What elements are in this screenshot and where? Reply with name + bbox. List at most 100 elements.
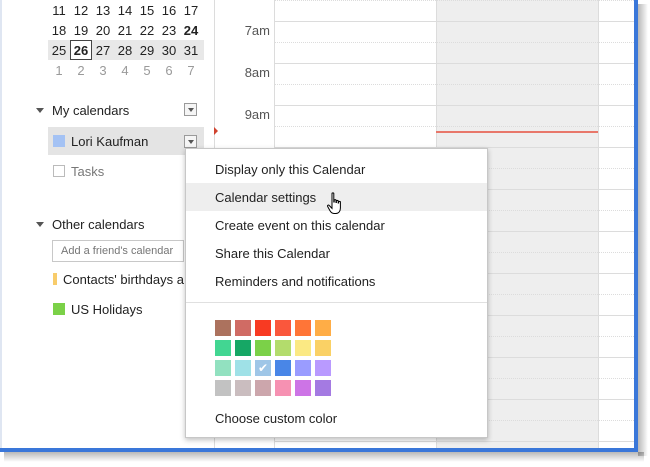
mini-calendar-week-row: 11 12 13 14 15 16 17 — [48, 0, 204, 20]
collapse-triangle-icon[interactable] — [36, 221, 44, 227]
color-swatch[interactable] — [255, 340, 271, 356]
mini-calendar-day[interactable]: 14 — [114, 0, 136, 20]
mini-calendar-today[interactable]: 26 — [70, 40, 92, 60]
menu-separator — [186, 302, 487, 303]
color-swatch[interactable] — [255, 380, 271, 396]
mini-calendar-week-row: 25 26 27 28 29 30 31 — [48, 40, 204, 60]
mini-calendar-day[interactable]: 21 — [114, 20, 136, 40]
grid-half-hour-line — [274, 84, 634, 85]
mini-calendar-day[interactable]: 1 — [48, 60, 70, 80]
color-swatch[interactable] — [315, 320, 331, 336]
color-swatch[interactable] — [315, 340, 331, 356]
mini-calendar-day[interactable]: 3 — [92, 60, 114, 80]
calendar-color-swatch — [53, 135, 65, 147]
mini-calendar-day[interactable]: 30 — [158, 40, 180, 60]
mini-calendar-day[interactable]: 16 — [158, 0, 180, 20]
color-palette-row — [215, 380, 335, 396]
grid-hour-line — [274, 105, 634, 106]
color-swatch[interactable] — [275, 360, 291, 376]
mini-calendar-day[interactable]: 11 — [48, 0, 70, 20]
other-calendars-header[interactable]: Other calendars — [36, 214, 145, 234]
calendar-item-label: US Holidays — [71, 301, 143, 317]
calendar-item-label: Lori Kaufman — [71, 133, 149, 149]
other-calendars-label: Other calendars — [52, 216, 145, 232]
window-left-edge — [0, 0, 2, 450]
mini-calendar-day[interactable]: 18 — [48, 20, 70, 40]
calendar-color-swatch — [53, 303, 65, 315]
calendar-options-dropdown-button[interactable] — [184, 135, 197, 148]
current-time-marker-icon — [214, 127, 218, 135]
mini-calendar-day[interactable]: 20 — [92, 20, 114, 40]
menu-item-display-only[interactable]: Display only this Calendar — [186, 155, 487, 183]
color-swatch[interactable] — [295, 320, 311, 336]
mini-calendar-day[interactable]: 2 — [70, 60, 92, 80]
mini-calendar-day[interactable]: 4 — [114, 60, 136, 80]
color-swatch[interactable] — [215, 320, 231, 336]
my-calendars-dropdown-button[interactable] — [184, 103, 197, 116]
mini-calendar-day[interactable]: 25 — [48, 40, 70, 60]
color-palette-row — [215, 320, 335, 336]
color-swatch[interactable] — [295, 360, 311, 376]
calendar-item-lori-kaufman[interactable]: Lori Kaufman — [48, 127, 204, 155]
grid-half-hour-line — [274, 126, 634, 127]
color-swatch[interactable] — [315, 380, 331, 396]
mini-calendar-day[interactable]: 23 — [158, 20, 180, 40]
color-swatch[interactable] — [275, 320, 291, 336]
color-swatch[interactable] — [215, 380, 231, 396]
add-friend-calendar-input[interactable] — [52, 240, 184, 262]
color-palette-row — [215, 340, 335, 356]
mini-calendar-day[interactable]: 28 — [114, 40, 136, 60]
color-swatch[interactable] — [295, 340, 311, 356]
mini-calendar-day[interactable]: 27 — [92, 40, 114, 60]
mini-calendar-day[interactable]: 13 — [92, 0, 114, 20]
color-swatch[interactable] — [235, 360, 251, 376]
mini-calendar-day[interactable]: 5 — [136, 60, 158, 80]
menu-item-share-calendar[interactable]: Share this Calendar — [186, 239, 487, 267]
current-time-line — [436, 131, 598, 133]
grid-hour-line — [274, 441, 634, 442]
window-shadow-bottom — [4, 452, 644, 462]
color-swatch[interactable] — [275, 380, 291, 396]
calendar-checkbox[interactable] — [53, 165, 65, 177]
mini-calendar-day[interactable]: 19 — [70, 20, 92, 40]
mini-calendar-day[interactable]: 7 — [180, 60, 202, 80]
my-calendars-header[interactable]: My calendars — [36, 100, 129, 120]
menu-item-reminders[interactable]: Reminders and notifications — [186, 267, 487, 295]
grid-hour-line — [274, 63, 634, 64]
mini-calendar-day[interactable]: 24 — [180, 20, 202, 40]
color-palette: ✔ — [215, 320, 335, 400]
calendar-item-contacts-birthdays[interactable]: Contacts' birthdays a — [48, 265, 184, 293]
color-palette-row: ✔ — [215, 360, 335, 376]
calendar-color-swatch — [53, 273, 57, 285]
mini-calendar-day[interactable]: 15 — [136, 0, 158, 20]
color-swatch[interactable] — [235, 320, 251, 336]
window-shadow-right — [638, 4, 648, 456]
mini-calendar: 11 12 13 14 15 16 17 18 19 20 21 22 23 24 25 26 27 28 29 30… — [48, 0, 204, 80]
choose-custom-color-link[interactable]: Choose custom color — [215, 411, 337, 426]
mini-calendar-week-row: 18 19 20 21 22 23 24 — [48, 20, 204, 40]
mini-calendar-week-row: 1234567 — [48, 60, 204, 80]
calendar-item-label: Tasks — [71, 163, 105, 179]
color-swatch[interactable] — [215, 340, 231, 356]
color-swatch[interactable] — [295, 380, 311, 396]
grid-divider — [598, 0, 599, 448]
mini-calendar-day[interactable]: 17 — [180, 0, 202, 20]
color-swatch-selected[interactable]: ✔ — [255, 360, 271, 376]
mini-calendar-day[interactable]: 12 — [70, 0, 92, 20]
color-swatch[interactable] — [235, 380, 251, 396]
color-swatch[interactable] — [275, 340, 291, 356]
color-swatch[interactable] — [315, 360, 331, 376]
grid-hour-line — [274, 21, 634, 22]
color-swatch[interactable] — [255, 320, 271, 336]
dropdown-arrow-icon — [187, 107, 194, 112]
time-label-9am: 9am — [244, 107, 270, 122]
mini-calendar-day[interactable]: 31 — [180, 40, 202, 60]
collapse-triangle-icon[interactable] — [36, 107, 44, 113]
calendar-item-tasks[interactable]: Tasks — [48, 157, 104, 185]
color-swatch[interactable] — [235, 340, 251, 356]
mini-calendar-day[interactable]: 22 — [136, 20, 158, 40]
calendar-item-us-holidays[interactable]: US Holidays — [48, 295, 143, 323]
color-swatch[interactable] — [215, 360, 231, 376]
mini-calendar-day[interactable]: 29 — [136, 40, 158, 60]
mini-calendar-day[interactable]: 6 — [158, 60, 180, 80]
